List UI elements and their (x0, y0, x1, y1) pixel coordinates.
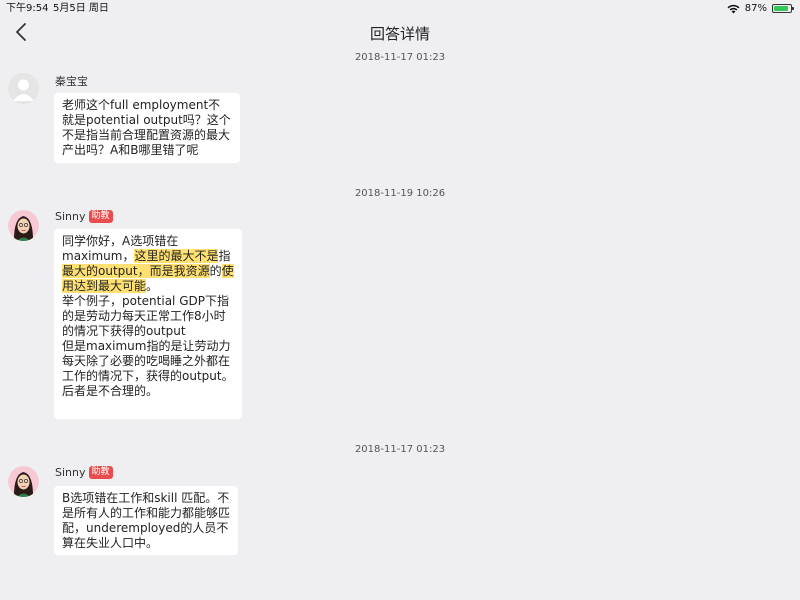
status-date: 5月5日 周日 (53, 3, 109, 14)
teacher-avatar-icon (8, 466, 39, 497)
message-timestamp: 2018-11-17 01:23 (354, 52, 446, 63)
battery-icon (772, 4, 794, 13)
message-bubble: 同学你好，A选项错在maximum，这里的最大不是指最大的output，而是我资… (54, 229, 242, 419)
author-name: 秦宝宝 (55, 75, 88, 88)
author-name: Sinny (55, 466, 86, 479)
highlight: 最大的output，而是我资源 (62, 264, 210, 278)
message-timestamp: 2018-11-17 01:23 (354, 444, 446, 455)
avatar[interactable] (8, 210, 39, 241)
default-avatar-icon (13, 79, 34, 101)
message-bubble: 老师这个full employment不就是potential output吗？… (54, 93, 240, 163)
author-name: Sinny (55, 210, 86, 223)
status-bar: 下午9:54 5月5日 周日 87% (0, 0, 800, 15)
teacher-avatar-icon (8, 210, 39, 241)
message-author: Sinny 助教 (55, 210, 113, 223)
battery-percent: 87% (744, 3, 767, 14)
nav-bar: 回答详情 (0, 15, 800, 51)
wifi-icon (727, 4, 740, 13)
assistant-badge: 助教 (88, 210, 113, 223)
status-right: 87% (727, 1, 794, 16)
highlight: 这里的最大不是 (134, 249, 219, 263)
assistant-badge: 助教 (88, 466, 113, 479)
message-text: B选项错在工作和skill 匹配。不是所有人的工作和能力都能够匹配，undere… (62, 491, 231, 550)
message-text: 同学你好，A选项错在maximum，这里的最大不是指最大的output，而是我资… (62, 234, 234, 398)
message-author: Sinny 助教 (55, 466, 113, 479)
page-title: 回答详情 (369, 25, 430, 43)
avatar[interactable] (8, 73, 39, 104)
status-time: 下午9:54 (6, 3, 49, 14)
avatar[interactable] (8, 466, 39, 497)
message-author: 秦宝宝 (55, 73, 88, 89)
message-text: 老师这个full employment不就是potential output吗？… (62, 98, 231, 157)
message-timestamp: 2018-11-19 10:26 (354, 188, 446, 199)
message-bubble: B选项错在工作和skill 匹配。不是所有人的工作和能力都能够匹配，undere… (54, 486, 238, 555)
